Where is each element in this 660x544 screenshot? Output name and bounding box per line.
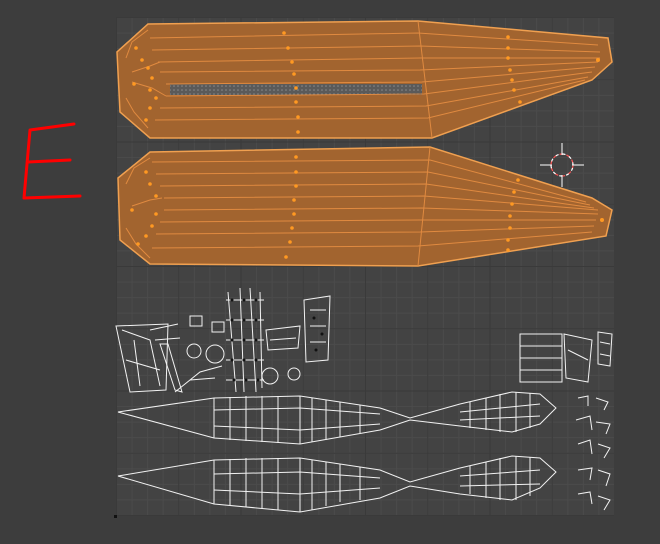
uv-island-long-strip-lower[interactable]	[117, 455, 557, 513]
viewport-corner-marker	[114, 515, 117, 518]
2d-cursor-icon[interactable]	[540, 143, 584, 187]
uv-island-lower-selected[interactable]	[117, 146, 613, 267]
uv-island-right-block[interactable]	[519, 331, 613, 383]
uv-island-small-parts[interactable]	[115, 287, 331, 393]
annotation-letter-e	[22, 122, 82, 200]
uv-viewport[interactable]	[0, 0, 660, 544]
uv-island-small-pieces-right[interactable]	[575, 395, 611, 511]
small-parts-vertices	[230, 298, 324, 382]
uv-island-upper-selected[interactable]	[116, 20, 613, 139]
uv-island-long-strip-upper[interactable]	[117, 391, 557, 445]
